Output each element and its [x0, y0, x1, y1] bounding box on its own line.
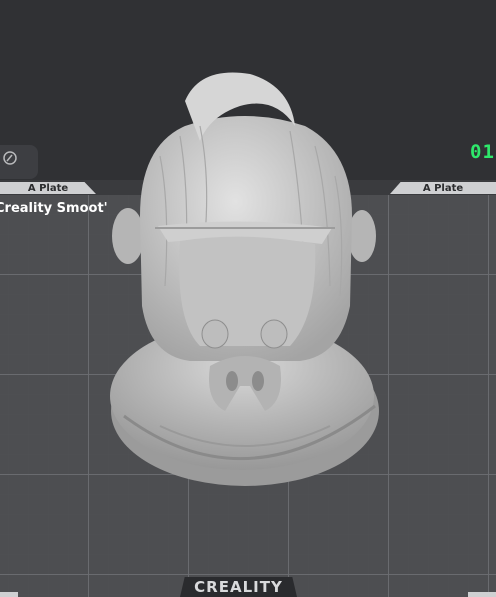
3d-viewport[interactable]: A Plate A Plate Creality Smoot' 01 CREAL… [0, 0, 496, 597]
brand-logo: CREALITY [194, 578, 283, 596]
edit-icon[interactable] [2, 150, 18, 166]
plate-tab-left[interactable]: A Plate [0, 182, 96, 194]
plate-name-label: Creality Smoot' [0, 201, 108, 216]
bottom-left-tag [0, 592, 18, 597]
3d-model-bust[interactable] [100, 66, 390, 496]
plate-tab-right[interactable]: A Plate [390, 182, 496, 194]
slice-counter: 01 [470, 141, 495, 163]
bottom-right-tag [468, 592, 496, 597]
